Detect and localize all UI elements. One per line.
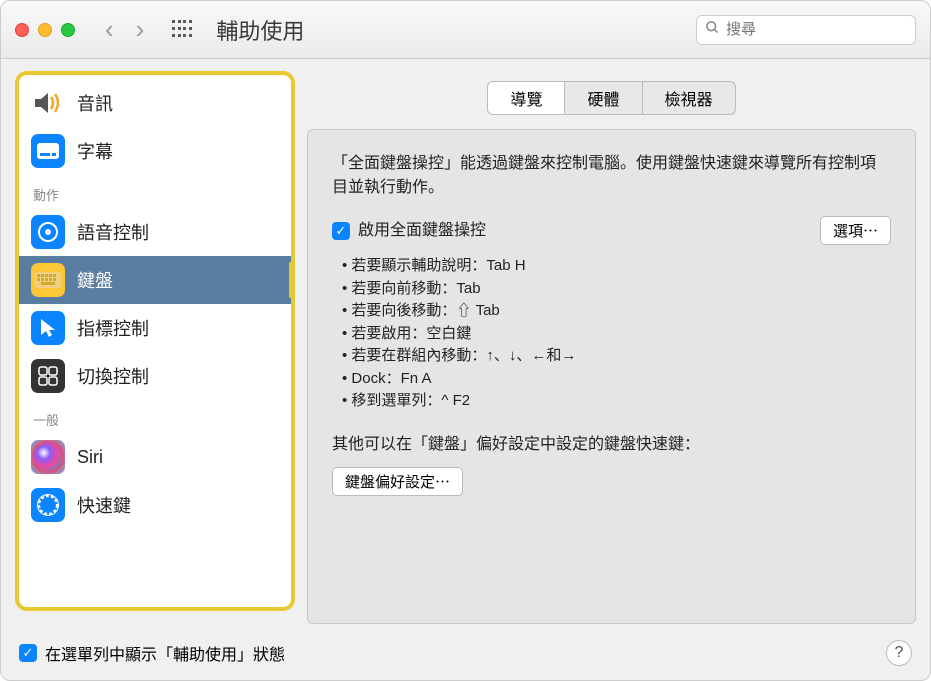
sidebar-item-siri[interactable]: Siri — [19, 433, 291, 481]
sidebar-item-label: Siri — [77, 447, 103, 468]
sidebar-item-pointer-control[interactable]: 指標控制 — [19, 304, 291, 352]
sidebar-item-switch-control[interactable]: 切換控制 — [19, 352, 291, 400]
speaker-icon — [31, 86, 65, 120]
close-icon[interactable] — [15, 23, 29, 37]
shortcut-item: 若要顯示輔助說明：Tab H — [342, 255, 891, 278]
shortcut-item: 移到選單列：^ F2 — [342, 390, 891, 413]
help-button[interactable]: ? — [886, 640, 912, 666]
zoom-icon[interactable] — [61, 23, 75, 37]
options-button[interactable]: 選項⋯ — [820, 216, 891, 245]
footer: ✓ 在選單列中顯示「輔助使用」狀態 ? — [1, 632, 930, 680]
tab-viewer[interactable]: 檢視器 — [643, 82, 735, 114]
sidebar: 音訊 字幕 動作 語音控制 鍵盤 — [15, 71, 295, 611]
sidebar-item-label: 切換控制 — [77, 363, 149, 389]
shortcut-item: 若要啟用：空白鍵 — [342, 323, 891, 346]
pointer-icon — [31, 311, 65, 345]
section-general: 一般 — [19, 400, 291, 433]
sidebar-item-label: 指標控制 — [77, 315, 149, 341]
enable-fka-checkbox[interactable]: ✓ — [332, 222, 350, 240]
shortcut-item: 若要向後移動：⇧ Tab — [342, 300, 891, 323]
sidebar-item-label: 音訊 — [77, 90, 113, 116]
titlebar: ‹ › 輔助使用 — [1, 1, 930, 59]
shortcut-item: 若要向前移動：Tab — [342, 278, 891, 301]
window-controls — [15, 23, 75, 37]
captions-icon — [31, 134, 65, 168]
menubar-status-checkbox[interactable]: ✓ — [19, 644, 37, 662]
tab-hardware[interactable]: 硬體 — [565, 82, 642, 114]
shortcut-icon — [31, 488, 65, 522]
keyboard-prefs-button[interactable]: 鍵盤偏好設定⋯ — [332, 467, 463, 496]
other-shortcuts-label: 其他可以在「鍵盤」偏好設定中設定的鍵盤快速鍵： — [332, 433, 891, 457]
tabs: 導覽 硬體 檢視器 — [307, 81, 916, 115]
sidebar-item-audio[interactable]: 音訊 — [19, 79, 291, 127]
search-input[interactable] — [726, 21, 907, 38]
sidebar-item-keyboard[interactable]: 鍵盤 — [19, 256, 291, 304]
shortcut-item: Dock：Fn A — [342, 368, 891, 391]
minimize-icon[interactable] — [38, 23, 52, 37]
show-all-icon[interactable] — [172, 20, 192, 40]
switch-control-icon — [31, 359, 65, 393]
panel-description: 「全面鍵盤操控」能透過鍵盤來控制電腦。使用鍵盤快速鍵來導覽所有控制項目並執行動作… — [332, 152, 891, 200]
settings-panel: 「全面鍵盤操控」能透過鍵盤來控制電腦。使用鍵盤快速鍵來導覽所有控制項目並執行動作… — [307, 129, 916, 624]
sidebar-item-voice-control[interactable]: 語音控制 — [19, 208, 291, 256]
search-icon — [705, 20, 720, 40]
sidebar-item-label: 語音控制 — [77, 219, 149, 245]
content-pane: 導覽 硬體 檢視器 「全面鍵盤操控」能透過鍵盤來控制電腦。使用鍵盤快速鍵來導覽所… — [307, 71, 916, 624]
sidebar-item-label: 快速鍵 — [77, 492, 131, 518]
shortcut-item: 若要在群組內移動：↑、↓、←和→ — [342, 345, 891, 368]
sidebar-item-shortcut[interactable]: 快速鍵 — [19, 481, 291, 529]
voice-control-icon — [31, 215, 65, 249]
sidebar-item-captions[interactable]: 字幕 — [19, 127, 291, 175]
search-field[interactable] — [696, 15, 916, 45]
forward-button[interactable]: › — [136, 14, 145, 45]
shortcut-list: 若要顯示輔助說明：Tab H 若要向前移動：Tab 若要向後移動：⇧ Tab 若… — [342, 255, 891, 413]
back-button[interactable]: ‹ — [105, 14, 114, 45]
keyboard-icon — [31, 263, 65, 297]
sidebar-item-label: 鍵盤 — [77, 267, 113, 293]
menubar-status-label: 在選單列中顯示「輔助使用」狀態 — [45, 641, 285, 665]
siri-icon — [31, 440, 65, 474]
tab-navigation[interactable]: 導覽 — [488, 82, 565, 114]
section-motor: 動作 — [19, 175, 291, 208]
enable-fka-label: 啟用全面鍵盤操控 — [358, 219, 486, 243]
page-title: 輔助使用 — [216, 14, 686, 46]
sidebar-item-label: 字幕 — [77, 138, 113, 164]
nav-arrows: ‹ › — [105, 14, 144, 45]
